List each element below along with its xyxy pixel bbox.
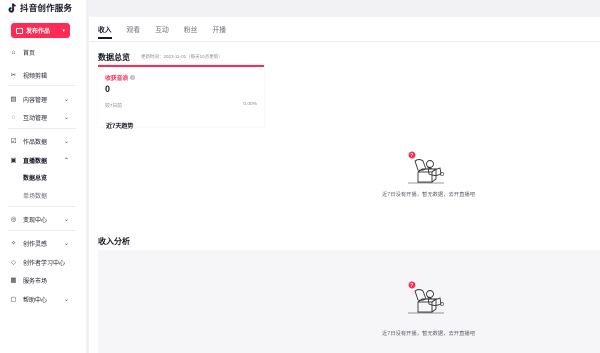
metric-card-compare-label: 较7日前 <box>105 104 123 109</box>
analysis-empty-text: 近7日没有开播，暂无数据，去开直播吧 <box>382 331 475 337</box>
metric-card-title-text: 收获音浪 <box>105 76 129 82</box>
content-icon: ▤ <box>10 96 17 103</box>
tab-bar: 收入 观看 互动 粉丝 开播 <box>98 24 226 39</box>
sidebar-item-live-data[interactable]: ▣ 直播数据 ⌃ <box>0 153 86 167</box>
chevron-down-icon: ⌄ <box>63 138 69 145</box>
sidebar-item-label: 互动管理 <box>23 115 48 122</box>
trend-panel: 近7天趋势 <box>98 114 600 224</box>
data-icon: ☑ <box>10 138 17 145</box>
divider <box>8 128 76 129</box>
sidebar-item-interaction[interactable]: ◌ 互动管理 ⌄ <box>0 110 86 124</box>
sidebar-item-label: 服务市场 <box>23 278 48 285</box>
empty-state-illustration: ? <box>402 150 446 190</box>
chat-icon: ◌ <box>11 113 16 121</box>
divider <box>8 230 76 231</box>
sidebar-item-monetization[interactable]: ◎ 变现中心 ⌄ <box>0 212 86 226</box>
sidebar-subitem-single-session[interactable]: 单场数据 <box>0 188 86 202</box>
analysis-title: 收入分析 <box>98 237 130 246</box>
sidebar-item-label: 直播数据 <box>23 158 48 165</box>
analysis-panel <box>98 250 600 353</box>
svg-text:?: ? <box>410 153 413 159</box>
divider <box>8 85 76 86</box>
sidebar-item-label: 内容管理 <box>23 97 48 104</box>
metric-card-title: 收获音浪 ? <box>105 73 136 82</box>
sidebar-item-label: 数据总览 <box>23 175 48 182</box>
sidebar-item-label: 首页 <box>23 50 36 57</box>
sidebar-item-label: 作品数据 <box>23 139 48 146</box>
chevron-down-icon: ⌄ <box>63 216 69 223</box>
svg-text:?: ? <box>410 283 413 289</box>
chevron-up-icon: ⌃ <box>63 157 69 164</box>
sidebar-item-label: 帮助中心 <box>23 297 48 304</box>
app-title: 抖音创作服务 <box>20 3 73 13</box>
empty-state-illustration: ? <box>402 280 446 320</box>
main-panel: 收入 观看 互动 粉丝 开播 数据总览 更新时间：2023-11-01（每天10… <box>89 17 600 353</box>
sidebar-item-help[interactable]: ▢ 帮助中心 ⌄ <box>0 292 86 306</box>
chevron-down-icon: ⌄ <box>63 240 69 247</box>
sidebar-item-label: 单场数据 <box>23 193 48 200</box>
publish-label: 发布作品 <box>26 29 51 35</box>
sidebar-item-content[interactable]: ▤ 内容管理 ⌄ <box>0 92 86 106</box>
sidebar-item-label: 变现中心 <box>23 217 48 224</box>
chevron-down-icon: ⌄ <box>63 96 69 103</box>
market-icon: ▦ <box>10 277 17 284</box>
trend-title: 近7天趋势 <box>106 124 134 130</box>
publish-button[interactable]: 发布作品 ▾ <box>11 23 70 38</box>
chevron-down-icon: ⌄ <box>63 114 69 121</box>
chevron-down-icon: ⌄ <box>63 296 69 303</box>
trend-empty-text: 近7日没有开播，暂无数据，去开直播吧 <box>382 192 475 198</box>
sidebar-item-label: 创作灵感 <box>23 241 48 248</box>
metric-card-change: 0.00% <box>243 102 257 107</box>
sidebar-item-inspiration[interactable]: ✧ 创作灵感 ⌄ <box>0 236 86 250</box>
upload-icon <box>16 27 23 34</box>
sidebar-item-home[interactable]: ⌂ 首页 <box>0 45 86 59</box>
sidebar-item-learning-center[interactable]: ◇ 创作者学习中心 <box>0 255 86 269</box>
scissors-icon: ✂ <box>10 72 17 79</box>
sidebar-item-service-market[interactable]: ▦ 服务市场 <box>0 273 86 287</box>
help-icon: ▢ <box>10 296 17 303</box>
sidebar-item-label: 创作者学习中心 <box>23 260 66 267</box>
money-icon: ◎ <box>10 216 17 223</box>
question-icon[interactable]: ? <box>130 75 136 80</box>
sidebar-item-works-data[interactable]: ☑ 作品数据 ⌄ <box>0 134 86 148</box>
app-logo[interactable]: 抖音创作服务 <box>8 2 72 14</box>
tab-views[interactable]: 观看 <box>127 24 141 34</box>
live-icon: ▣ <box>10 157 17 164</box>
sidebar-item-label: 视频剪辑 <box>23 73 48 80</box>
tab-income[interactable]: 收入 <box>98 24 112 39</box>
douyin-logo-icon <box>8 3 17 13</box>
sidebar-subitem-overview[interactable]: 数据总览 <box>0 170 86 184</box>
overview-title: 数据总览 <box>98 53 130 62</box>
metric-card-value: 0 <box>105 84 111 94</box>
chevron-down-icon: ▾ <box>62 27 65 34</box>
sidebar: 抖音创作服务 发布作品 ▾ ⌂ 首页 ✂ 视频剪辑 ▤ 内容管理 ⌄ ◌ 互动管… <box>0 0 86 353</box>
update-time-note: 更新时间：2023-11-01（每天10点更新） <box>141 54 223 59</box>
home-icon: ⌂ <box>11 48 16 56</box>
tab-divider <box>89 41 600 42</box>
tab-fans[interactable]: 粉丝 <box>184 24 198 34</box>
bulb-icon: ✧ <box>10 240 17 247</box>
sidebar-item-video-edit[interactable]: ✂ 视频剪辑 <box>0 68 86 82</box>
study-icon: ◇ <box>11 259 16 266</box>
tab-interaction[interactable]: 互动 <box>155 24 169 34</box>
divider <box>8 206 76 207</box>
tab-live-start[interactable]: 开播 <box>212 24 226 34</box>
